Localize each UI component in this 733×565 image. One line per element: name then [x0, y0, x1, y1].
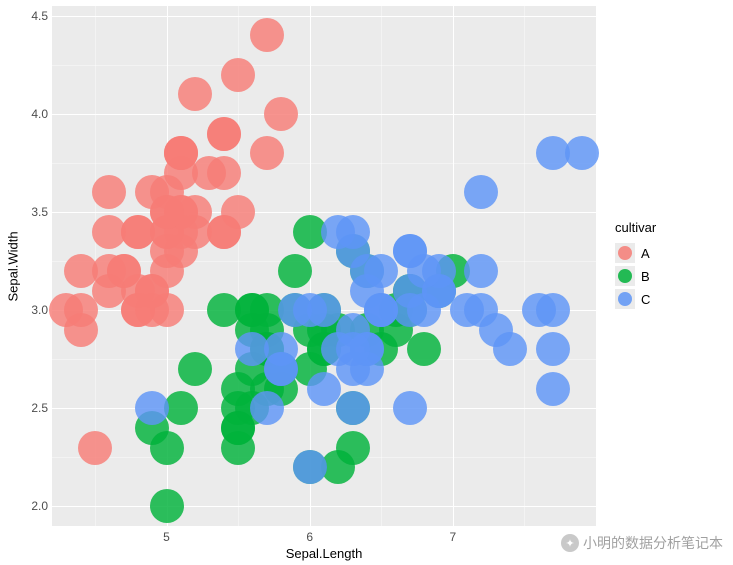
data-point — [250, 391, 284, 425]
x-tick-label: 7 — [449, 530, 456, 544]
y-tick-label: 2.0 — [24, 499, 48, 513]
grid-line-h — [52, 114, 596, 115]
legend-swatch — [615, 289, 635, 309]
legend-swatch — [615, 243, 635, 263]
data-point — [307, 372, 341, 406]
legend-title: cultivar — [615, 220, 656, 235]
data-point — [321, 215, 355, 249]
data-point — [336, 431, 370, 465]
y-tick-label: 3.5 — [24, 205, 48, 219]
data-point — [278, 254, 312, 288]
data-point — [565, 136, 599, 170]
data-point — [135, 391, 169, 425]
data-point — [464, 254, 498, 288]
legend-item: B — [615, 266, 656, 286]
legend-label: A — [641, 246, 650, 261]
data-point — [336, 332, 370, 366]
grid-line-h — [52, 212, 596, 213]
data-point — [336, 391, 370, 425]
data-point — [121, 293, 155, 327]
data-point — [221, 195, 255, 229]
legend: cultivar ABC — [615, 220, 656, 312]
y-tick-label: 2.5 — [24, 401, 48, 415]
data-point — [150, 431, 184, 465]
data-point — [464, 175, 498, 209]
legend-dot-icon — [618, 246, 632, 260]
wechat-icon: ✦ — [561, 534, 579, 552]
data-point — [464, 293, 498, 327]
plot-area — [52, 6, 596, 526]
data-point — [393, 391, 427, 425]
data-point — [221, 58, 255, 92]
data-point — [536, 293, 570, 327]
x-tick-label: 6 — [306, 530, 313, 544]
data-point — [92, 254, 126, 288]
y-axis-label: Sepal.Width — [6, 6, 20, 526]
watermark: ✦ 小明的数据分析笔记本 — [561, 533, 723, 553]
grid-line-minor-h — [52, 65, 596, 66]
x-tick-label: 5 — [163, 530, 170, 544]
data-point — [264, 97, 298, 131]
data-point — [92, 175, 126, 209]
data-point — [150, 195, 184, 229]
legend-dot-icon — [618, 292, 632, 306]
data-point — [150, 489, 184, 523]
y-tick-label: 4.5 — [24, 9, 48, 23]
data-point — [192, 156, 226, 190]
data-point — [178, 77, 212, 111]
data-point — [207, 117, 241, 151]
data-point — [536, 372, 570, 406]
legend-item: C — [615, 289, 656, 309]
data-point — [278, 293, 312, 327]
grid-line-h — [52, 16, 596, 17]
legend-swatch — [615, 266, 635, 286]
data-point — [293, 450, 327, 484]
grid-line-minor-h — [52, 163, 596, 164]
watermark-text: 小明的数据分析笔记本 — [583, 533, 723, 553]
data-point — [250, 136, 284, 170]
legend-label: B — [641, 269, 650, 284]
data-point — [264, 352, 298, 386]
data-point — [407, 332, 441, 366]
data-point — [64, 293, 98, 327]
legend-label: C — [641, 292, 650, 307]
data-point — [150, 234, 184, 268]
data-point — [536, 332, 570, 366]
data-point — [164, 136, 198, 170]
chart-container: Sepal.Length Sepal.Width cultivar ABC ✦ … — [0, 0, 733, 565]
grid-line-h — [52, 408, 596, 409]
y-tick-label: 4.0 — [24, 107, 48, 121]
y-tick-label: 3.0 — [24, 303, 48, 317]
data-point — [178, 352, 212, 386]
data-point — [235, 332, 269, 366]
grid-line-h — [52, 506, 596, 507]
x-axis-label: Sepal.Length — [52, 546, 596, 561]
grid-line-minor-v — [524, 6, 525, 526]
data-point — [250, 18, 284, 52]
data-point — [393, 234, 427, 268]
data-point — [78, 431, 112, 465]
legend-item: A — [615, 243, 656, 263]
data-point — [493, 332, 527, 366]
legend-dot-icon — [618, 269, 632, 283]
data-point — [364, 293, 398, 327]
